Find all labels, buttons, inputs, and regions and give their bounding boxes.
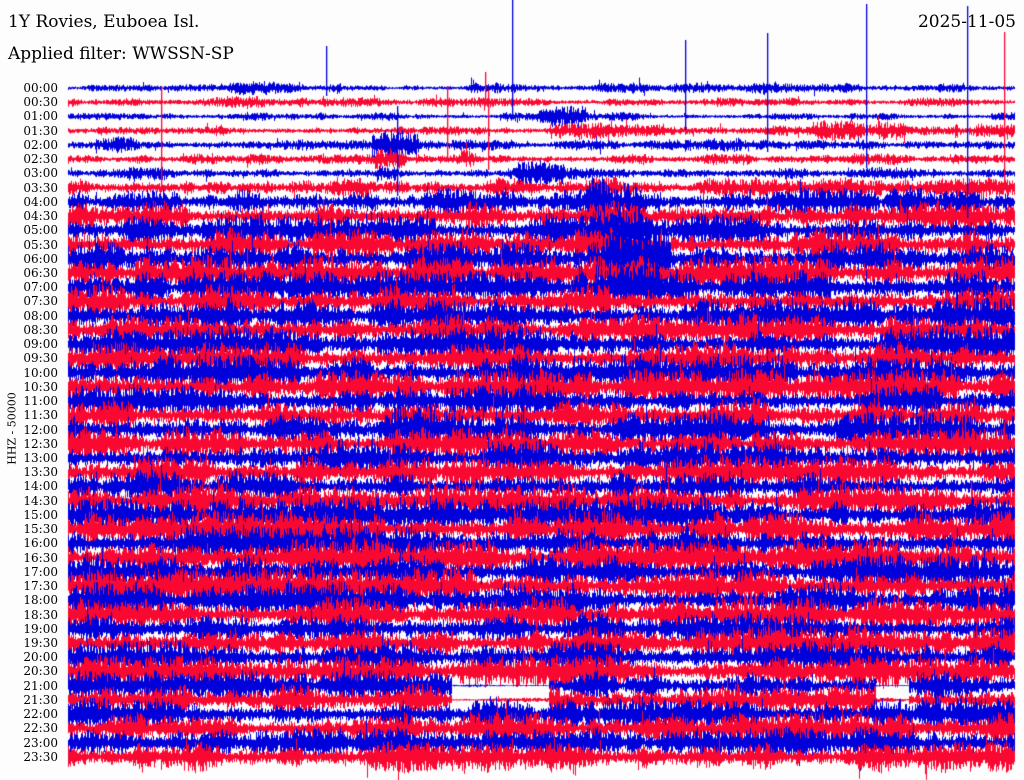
row-time-label: 01:30 xyxy=(23,123,58,138)
row-time-label: 06:00 xyxy=(23,251,58,266)
row-time-label: 15:00 xyxy=(23,507,58,522)
row-time-label: 08:00 xyxy=(23,308,58,323)
row-time-label: 07:30 xyxy=(23,294,58,309)
row-time-label: 09:30 xyxy=(23,351,58,366)
row-time-label: 19:30 xyxy=(23,635,58,650)
row-time-label: 00:30 xyxy=(23,95,58,110)
row-time-label: 19:00 xyxy=(23,621,58,636)
plot-date: 2025-11-05 xyxy=(917,12,1016,32)
row-time-label: 05:30 xyxy=(23,237,58,252)
row-time-label: 21:30 xyxy=(23,692,58,707)
row-time-label: 21:00 xyxy=(23,678,58,693)
helicorder-trace-canvas xyxy=(0,0,1024,780)
row-time-label: 14:30 xyxy=(23,493,58,508)
row-time-label: 20:30 xyxy=(23,664,58,679)
row-time-label: 11:30 xyxy=(23,408,58,423)
row-time-label: 18:30 xyxy=(23,607,58,622)
row-time-label: 00:00 xyxy=(23,81,58,95)
row-time-label: 10:00 xyxy=(23,365,58,380)
row-time-label: 12:30 xyxy=(23,436,58,451)
row-time-label: 03:30 xyxy=(23,180,58,195)
row-time-label: 17:30 xyxy=(23,579,58,594)
row-time-label: 23:30 xyxy=(23,749,58,764)
row-time-label: 03:00 xyxy=(23,166,58,181)
row-time-label: 04:00 xyxy=(23,194,58,209)
row-time-label: 04:30 xyxy=(23,209,58,224)
row-time-label: 18:00 xyxy=(23,593,58,608)
row-time-label: 02:30 xyxy=(23,152,58,167)
row-time-label: 13:00 xyxy=(23,450,58,465)
row-time-label: 22:00 xyxy=(23,707,58,722)
row-time-label: 11:00 xyxy=(23,394,58,409)
row-time-label: 12:00 xyxy=(23,422,58,437)
row-time-label: 07:00 xyxy=(23,280,58,295)
row-time-label: 14:00 xyxy=(23,479,58,494)
row-time-label: 22:30 xyxy=(23,721,58,736)
row-time-label: 02:00 xyxy=(23,137,58,152)
row-time-label: 01:00 xyxy=(23,109,58,124)
row-time-label: 10:30 xyxy=(23,379,58,394)
row-time-label: 09:00 xyxy=(23,337,58,352)
row-time-label: 23:00 xyxy=(23,735,58,750)
row-time-label: 13:30 xyxy=(23,465,58,480)
row-time-label: 15:30 xyxy=(23,522,58,537)
time-labels: 00:00 00:30 01:00 01:30 02:00 02:30 03:00 03:30… xyxy=(0,0,60,780)
row-time-label: 06:30 xyxy=(23,265,58,280)
helicorder-screen: 1Y Rovies, Euboea Isl. Applied filter: W… xyxy=(0,0,1024,780)
row-time-label: 17:00 xyxy=(23,564,58,579)
row-time-label: 05:00 xyxy=(23,223,58,238)
row-time-label: 20:00 xyxy=(23,650,58,665)
row-time-label: 08:30 xyxy=(23,322,58,337)
row-time-label: 16:00 xyxy=(23,536,58,551)
row-time-label: 16:30 xyxy=(23,550,58,565)
